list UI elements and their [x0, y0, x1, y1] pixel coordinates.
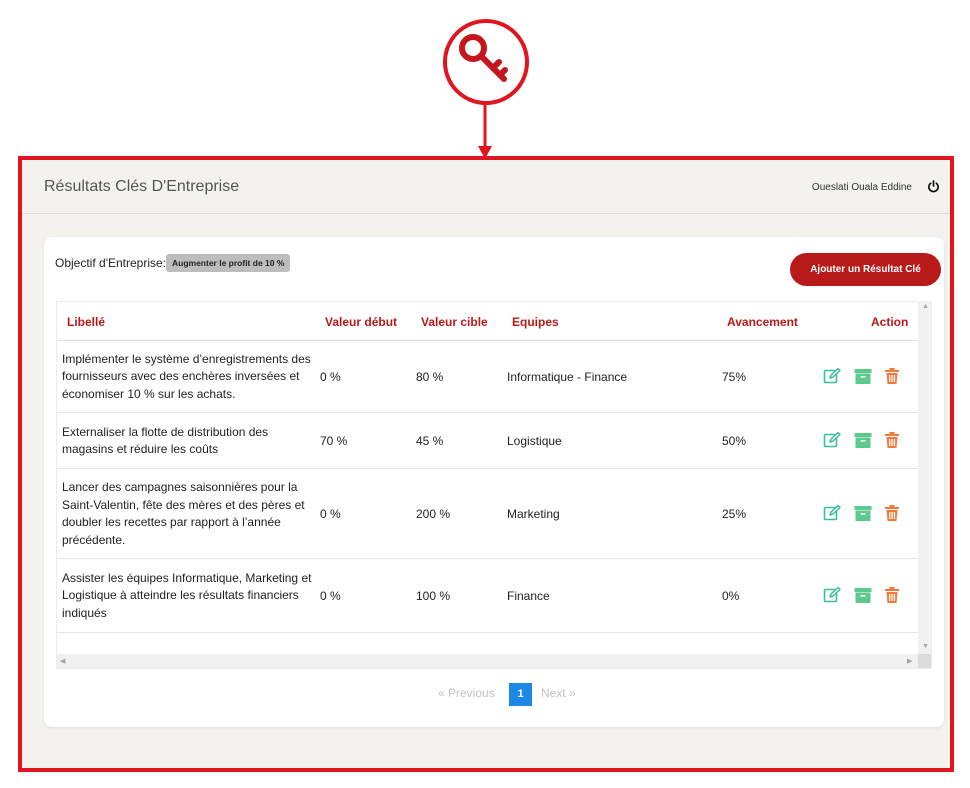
key-result-label: Implémenter le système d’enregistrements…	[62, 351, 311, 401]
scroll-up-icon[interactable]: ▲	[922, 303, 929, 310]
vertical-scrollbar[interactable]: ▲ ▼	[918, 301, 931, 654]
archive-icon[interactable]	[854, 431, 872, 449]
key-results-card: Objectif d'Entreprise: Augmenter le prof…	[44, 237, 944, 727]
start-value: 0 %	[320, 370, 341, 384]
edit-icon[interactable]	[823, 367, 841, 385]
objective-badge: Augmenter le profit de 10 %	[166, 254, 291, 272]
page-title: Résultats Clés D'Entreprise	[44, 178, 240, 195]
connector-arrow	[478, 104, 492, 159]
table-header: Libellé Valeur début Valeur cible Equipe…	[57, 301, 918, 341]
progress-value: 25%	[722, 507, 747, 521]
user-name[interactable]: Oueslati Ouala Eddine	[812, 182, 912, 193]
add-key-result-button[interactable]: Ajouter un Résultat Clé	[790, 253, 941, 286]
key-results-table: Libellé Valeur début Valeur cible Equipe…	[56, 301, 932, 669]
scrollbar-corner	[918, 654, 931, 668]
table-row: Implémenter le système d’enregistrements…	[57, 341, 918, 413]
column-header-progress[interactable]: Avancement	[727, 315, 798, 329]
target-value: 100 %	[416, 589, 451, 603]
teams-value: Informatique - Finance	[507, 370, 628, 384]
target-value: 45 %	[416, 434, 444, 448]
start-value: 0 %	[320, 507, 341, 521]
power-icon[interactable]	[927, 180, 940, 193]
page-header: Résultats Clés D'Entreprise Oueslati Oua…	[22, 160, 950, 214]
edit-icon[interactable]	[823, 504, 841, 522]
pagination-next[interactable]: Next »	[541, 686, 576, 700]
archive-icon[interactable]	[854, 586, 872, 604]
archive-icon[interactable]	[854, 504, 872, 522]
teams-value: Logistique	[507, 434, 562, 448]
column-header-teams[interactable]: Equipes	[512, 315, 559, 329]
key-result-label: Assister les équipes Informatique, Marke…	[62, 570, 312, 620]
scroll-right-icon[interactable]: ▶	[907, 657, 912, 665]
teams-value: Marketing	[507, 507, 560, 521]
app-frame: Résultats Clés D'Entreprise Oueslati Oua…	[18, 156, 954, 772]
key-result-label: Externaliser la flotte de distribution d…	[62, 424, 269, 457]
archive-icon[interactable]	[854, 367, 872, 385]
scroll-left-icon[interactable]: ◀	[60, 657, 65, 665]
objective-label: Objectif d'Entreprise:	[55, 256, 167, 270]
pagination-previous[interactable]: « Previous	[438, 686, 495, 700]
progress-value: 75%	[722, 370, 747, 384]
pagination-page-current[interactable]: 1	[509, 683, 532, 706]
start-value: 0 %	[320, 589, 341, 603]
trash-icon[interactable]	[883, 431, 901, 449]
edit-icon[interactable]	[823, 431, 841, 449]
table-row: Lancer des campagnes saisonnières pour l…	[57, 469, 918, 559]
progress-value: 0%	[722, 589, 740, 603]
column-header-target[interactable]: Valeur cible	[421, 315, 488, 329]
key-result-label: Lancer des campagnes saisonnières pour l…	[62, 480, 305, 547]
key-icon	[443, 19, 529, 105]
scroll-down-icon[interactable]: ▼	[922, 643, 929, 650]
progress-value: 50%	[722, 434, 747, 448]
column-header-action: Action	[871, 315, 909, 329]
trash-icon[interactable]	[883, 504, 901, 522]
trash-icon[interactable]	[883, 586, 901, 604]
trash-icon[interactable]	[883, 367, 901, 385]
column-header-start[interactable]: Valeur début	[325, 315, 397, 329]
edit-icon[interactable]	[823, 586, 841, 604]
pagination: « Previous 1 Next »	[44, 683, 944, 706]
start-value: 70 %	[320, 434, 348, 448]
teams-value: Finance	[507, 589, 550, 603]
column-header-label[interactable]: Libellé	[67, 315, 105, 329]
target-value: 200 %	[416, 507, 451, 521]
target-value: 80 %	[416, 370, 444, 384]
table-row: Assister les équipes Informatique, Marke…	[57, 559, 918, 633]
table-row: Externaliser la flotte de distribution d…	[57, 413, 918, 469]
horizontal-scrollbar[interactable]: ◀ ▶	[57, 654, 918, 668]
